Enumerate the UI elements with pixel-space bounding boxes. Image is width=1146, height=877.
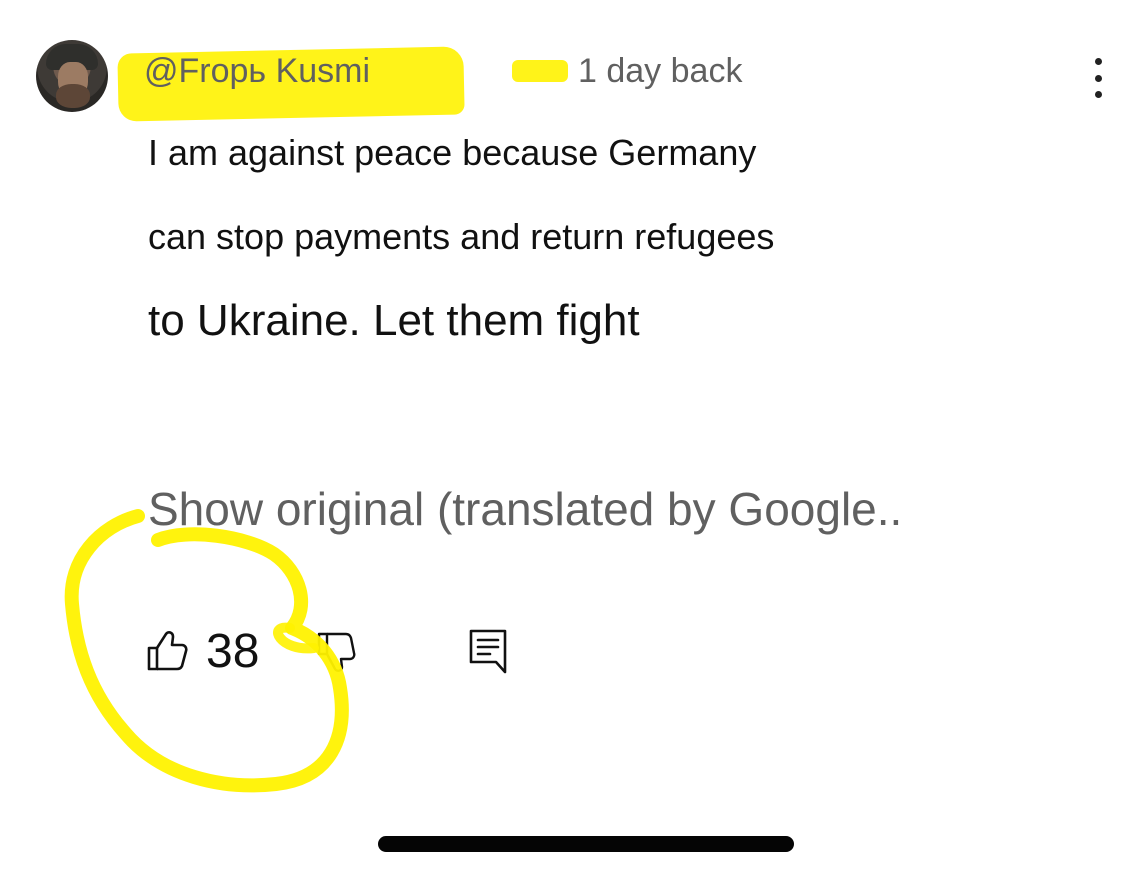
avatar-beard — [56, 84, 90, 108]
comment-text-line-3: to Ukraine. Let them fight — [148, 296, 640, 345]
comment-text-line-2: can stop payments and return refugees — [148, 216, 775, 257]
home-indicator[interactable] — [378, 836, 794, 852]
avatar[interactable] — [36, 40, 108, 112]
dislike-button[interactable] — [316, 632, 356, 674]
thumb-down-icon — [317, 632, 356, 672]
like-button[interactable] — [146, 628, 188, 672]
thumb-up-icon — [147, 631, 188, 671]
vertical-dots-icon — [1094, 74, 1102, 82]
comment-author[interactable]: @Fropь Kusmi — [144, 52, 370, 91]
vertical-dots-icon — [1094, 58, 1102, 65]
vertical-dots-icon — [1094, 91, 1102, 98]
date-highlight — [512, 60, 568, 82]
comment-icon — [469, 629, 507, 674]
show-original-link[interactable]: Show original (translated by Google.. — [148, 482, 902, 536]
comment-text-line-1: I am against peace because Germany — [148, 132, 757, 173]
comment-timestamp: 1 day back — [578, 52, 743, 90]
like-count: 38 — [206, 625, 260, 678]
reply-button[interactable] — [468, 628, 508, 674]
more-options-button[interactable] — [1084, 58, 1112, 98]
